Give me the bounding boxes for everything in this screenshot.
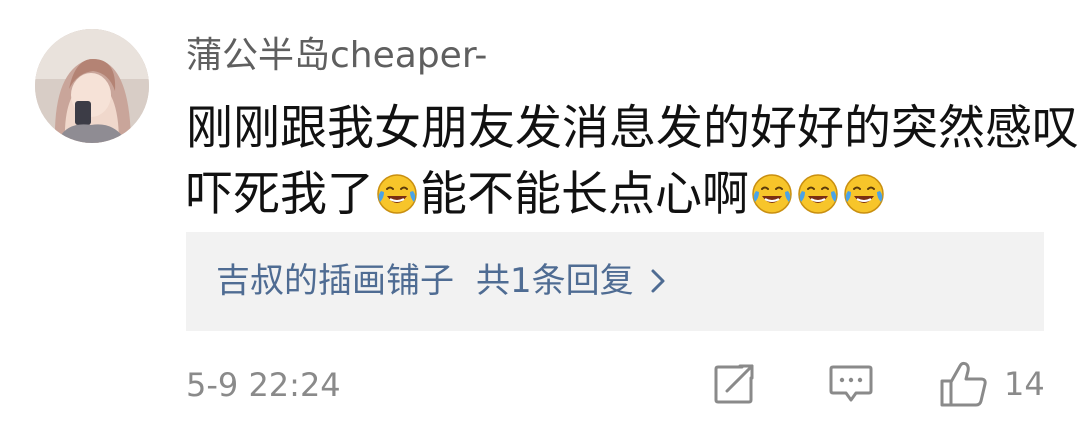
share-icon (714, 364, 754, 404)
laugh-cry-emoji-icon (375, 172, 419, 216)
laugh-cry-emoji-icon (796, 172, 840, 216)
avatar-image (35, 29, 149, 143)
comment-icon (829, 365, 873, 402)
laugh-cry-emoji-icon (842, 172, 886, 216)
avatar[interactable] (35, 29, 149, 143)
comment-text: 刚刚跟我女朋友发消息发的好好的突然感叹号 吓死我了 能不能长点心啊 (186, 96, 1080, 228)
reply-preview-link[interactable]: 吉叔的插画铺子 共1条回复 (216, 259, 666, 305)
reply-preview-box[interactable]: 吉叔的插画铺子 共1条回复 (186, 232, 1044, 331)
laugh-cry-emoji-icon (750, 172, 794, 216)
chevron-right-icon (650, 261, 666, 305)
username[interactable]: 蒲公半岛cheaper- (186, 34, 487, 78)
comment-text-segment-1: 吓死我了 (186, 167, 374, 222)
share-button[interactable] (712, 362, 756, 406)
comment-text-line-2: 吓死我了 能不能长点心啊 (186, 162, 1056, 228)
like-count: 14 (1004, 365, 1045, 403)
timestamp: 5-9 22:24 (186, 366, 341, 404)
comment-text-line-1: 刚刚跟我女朋友发消息发的好好的突然感叹号 (186, 101, 1080, 156)
comment-button[interactable] (828, 362, 874, 406)
reply-author[interactable]: 吉叔的插画铺子 (216, 261, 454, 301)
comment-card: 蒲公半岛cheaper- 刚刚跟我女朋友发消息发的好好的突然感叹号 吓死我了 能不… (0, 0, 1080, 423)
thumbs-up-icon (940, 361, 987, 407)
like-button[interactable]: 14 (938, 360, 1048, 408)
reply-count[interactable]: 共1条回复 (476, 261, 634, 301)
comment-text-segment-2: 能不能长点心啊 (420, 167, 749, 222)
